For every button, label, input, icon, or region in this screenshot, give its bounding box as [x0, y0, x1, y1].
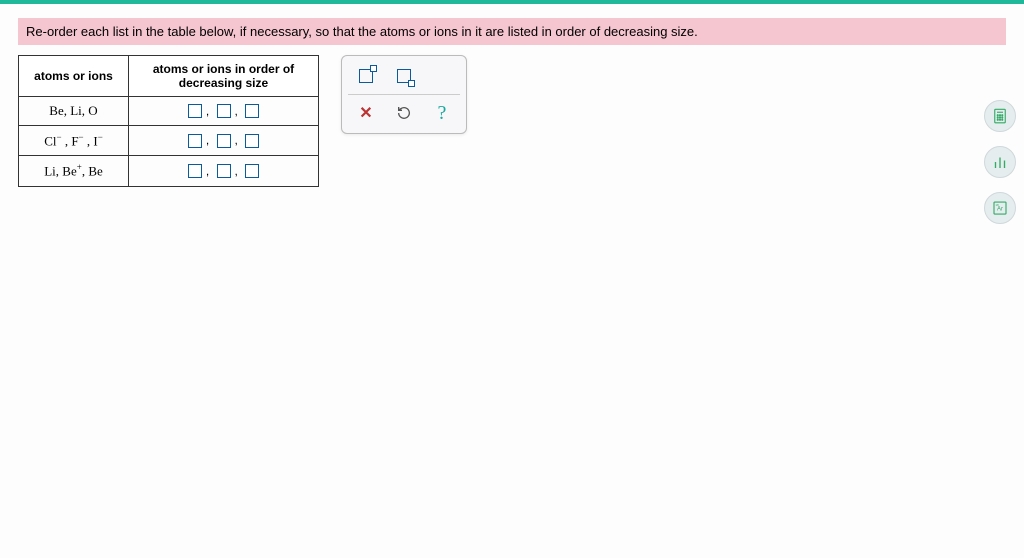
superscript-button[interactable]: [354, 64, 378, 88]
bar-chart-icon: [991, 153, 1009, 171]
row2-answer[interactable]: , ,: [129, 126, 319, 156]
instruction-text: Re-order each list in the table below, i…: [18, 18, 1006, 45]
clear-button[interactable]: ✕: [354, 101, 378, 125]
answer-slot[interactable]: [217, 164, 231, 178]
row1-answer[interactable]: , ,: [129, 97, 319, 126]
header-order: atoms or ions in order of decreasing siz…: [129, 56, 319, 97]
question-icon: ?: [438, 102, 447, 125]
graph-button[interactable]: [984, 146, 1016, 178]
separator: ,: [206, 104, 209, 118]
reset-icon: [396, 105, 412, 121]
separator: ,: [235, 104, 238, 118]
panel-divider: [348, 94, 460, 95]
side-toolbar: Ar 18: [984, 100, 1016, 224]
help-button[interactable]: ?: [430, 101, 454, 125]
answer-table: atoms or ions atoms or ions in order of …: [18, 55, 319, 187]
separator: ,: [235, 133, 238, 147]
element-icon: Ar 18: [991, 199, 1009, 217]
content-area: atoms or ions atoms or ions in order of …: [0, 55, 1024, 187]
answer-slot[interactable]: [188, 164, 202, 178]
table-row: Li, Be+, Be , ,: [19, 156, 319, 186]
answer-slot[interactable]: [245, 104, 259, 118]
table-row: Cl− , F− , I− , ,: [19, 126, 319, 156]
reset-button[interactable]: [392, 101, 416, 125]
periodic-table-button[interactable]: Ar 18: [984, 192, 1016, 224]
svg-text:Ar: Ar: [997, 206, 1003, 212]
row2-label: Cl− , F− , I−: [19, 126, 129, 156]
row3-label: Li, Be+, Be: [19, 156, 129, 186]
separator: ,: [206, 164, 209, 178]
svg-text:18: 18: [995, 203, 999, 207]
superscript-icon: [359, 69, 373, 83]
header-atoms-ions: atoms or ions: [19, 56, 129, 97]
calculator-button[interactable]: [984, 100, 1016, 132]
top-accent-bar: [0, 0, 1024, 4]
table-row: Be, Li, O , ,: [19, 97, 319, 126]
answer-slot[interactable]: [188, 134, 202, 148]
answer-slot[interactable]: [245, 134, 259, 148]
calculator-icon: [991, 107, 1009, 125]
row1-label: Be, Li, O: [19, 97, 129, 126]
format-panel: ✕ ?: [341, 55, 467, 134]
x-icon: ✕: [359, 103, 372, 123]
row3-answer[interactable]: , ,: [129, 156, 319, 186]
separator: ,: [206, 133, 209, 147]
answer-slot[interactable]: [217, 104, 231, 118]
answer-slot[interactable]: [217, 134, 231, 148]
separator: ,: [235, 164, 238, 178]
answer-slot[interactable]: [245, 164, 259, 178]
subscript-icon: [397, 69, 411, 83]
answer-slot[interactable]: [188, 104, 202, 118]
subscript-button[interactable]: [392, 64, 416, 88]
